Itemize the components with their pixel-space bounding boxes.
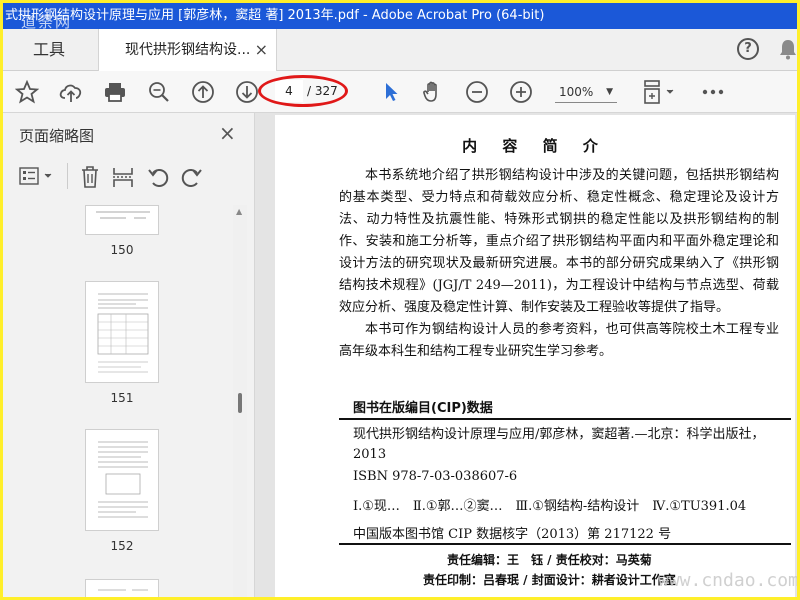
editor-credit: 责任编辑：王 钰 / 责任校对：马英菊: [447, 553, 652, 567]
zoom-level-select[interactable]: 100% ▼: [555, 81, 617, 103]
page-thumbnail-150[interactable]: [85, 205, 159, 235]
page-heading: 内 容 简 介: [462, 137, 608, 155]
panel-title: 页面缩略图: [19, 127, 95, 145]
cip-top-rule: [339, 418, 791, 420]
window-title: 式拱形钢结构设计原理与应用 [郭彦林，窦超 著] 2013年.pdf - Ado…: [5, 8, 545, 23]
page-thumbnail-151[interactable]: [85, 281, 159, 383]
help-icon[interactable]: ?: [737, 38, 759, 60]
production-credit: 责任印制：吕春珉 / 封面设计：耕者设计工作室: [423, 573, 676, 587]
panel-toolbar-divider: [67, 163, 68, 189]
tab-document[interactable]: 现代拱形钢结构设... ×: [99, 29, 277, 71]
rotate-left-icon[interactable]: [147, 165, 171, 189]
previous-page-icon[interactable]: [189, 78, 217, 106]
site-url-watermark: www.cndao.com: [658, 570, 799, 591]
next-page-icon[interactable]: [233, 78, 261, 106]
print-icon[interactable]: [101, 78, 129, 106]
hand-tool-icon[interactable]: [419, 78, 447, 106]
scroll-up-icon[interactable]: ▲: [236, 207, 242, 216]
search-zoom-icon[interactable]: [145, 78, 173, 106]
thumbnail-scrollbar[interactable]: ▲: [233, 205, 247, 597]
bookmark-star-icon[interactable]: [13, 78, 41, 106]
zoom-level-value: 100%: [559, 85, 594, 99]
options-menu-icon[interactable]: [19, 167, 55, 187]
zoom-in-icon[interactable]: [507, 78, 535, 106]
thumbnail-label: 150: [110, 243, 134, 257]
tab-tools[interactable]: 工具: [3, 29, 99, 71]
isbn: ISBN 978-7-03-038607-6: [353, 469, 518, 484]
upload-cloud-icon[interactable]: [57, 78, 85, 106]
window-title-bar[interactable]: 式拱形钢结构设计原理与应用 [郭彦林，窦超 著] 2013年.pdf - Ado…: [3, 3, 797, 29]
pdf-page: 内 容 简 介 本书系统地介绍了拱形钢结构设计中涉及的关键问题，包括拱形钢结构的…: [275, 115, 795, 597]
classification: Ⅰ.①现… Ⅱ.①郭…②窦… Ⅲ.①钢结构-结构设计 Ⅳ.①TU391.04: [353, 499, 747, 514]
close-tab-button[interactable]: ×: [255, 29, 268, 71]
cip-title: 图书在版编目(CIP)数据: [353, 401, 493, 416]
thumbnail-list[interactable]: 150 151 152: [3, 205, 255, 597]
tab-row: 工具 现代拱形钢结构设... × ?: [3, 29, 797, 71]
cip-number: 中国版本图书馆 CIP 数据核字（2013）第 217122 号: [353, 527, 672, 542]
main-toolbar: 4 / 327 100% ▼: [3, 71, 797, 113]
cip-bottom-rule: [339, 543, 791, 545]
document-viewer[interactable]: 内 容 简 介 本书系统地介绍了拱形钢结构设计中涉及的关键问题，包括拱形钢结构的…: [255, 113, 797, 597]
chevron-down-icon: ▼: [606, 87, 613, 97]
trash-icon[interactable]: [79, 165, 101, 189]
intro-paragraph: 本书系统地介绍了拱形钢结构设计中涉及的关键问题，包括拱形钢结构的基本类型、受力特…: [339, 168, 779, 315]
close-panel-button[interactable]: ×: [219, 121, 236, 145]
page-number-input[interactable]: 4: [275, 80, 303, 102]
insert-page-icon[interactable]: [111, 165, 135, 189]
cip-entry: 现代拱形钢结构设计原理与应用/郭彦林，窦超著.—北京：科学出版社，2013: [353, 427, 765, 462]
thumbnails-panel: 页面缩略图 × 150 151 152 ▲: [3, 113, 255, 597]
tab-document-label: 现代拱形钢结构设...: [125, 42, 251, 58]
audience-paragraph: 本书可作为钢结构设计人员的参考资料，也可供高等院校土木工程专业高年级本科生和结构…: [339, 322, 779, 359]
page-total: / 327: [307, 84, 338, 98]
thumbnail-label: 152: [110, 539, 134, 553]
rotate-right-icon[interactable]: [179, 165, 203, 189]
thumbnail-label: 151: [110, 391, 134, 405]
page-display-icon[interactable]: [639, 78, 679, 106]
acrobat-window: 式拱形钢结构设计原理与应用 [郭彦林，窦超 著] 2013年.pdf - Ado…: [0, 0, 800, 600]
panel-toolbar: [13, 161, 245, 193]
notification-bell-icon[interactable]: [779, 38, 797, 60]
more-options-icon[interactable]: [699, 78, 727, 106]
page-thumbnail-152[interactable]: [85, 429, 159, 531]
zoom-out-icon[interactable]: [463, 78, 491, 106]
select-cursor-icon[interactable]: [377, 78, 405, 106]
scrollbar-thumb[interactable]: [238, 393, 242, 413]
page-thumbnail-153[interactable]: [85, 579, 159, 597]
